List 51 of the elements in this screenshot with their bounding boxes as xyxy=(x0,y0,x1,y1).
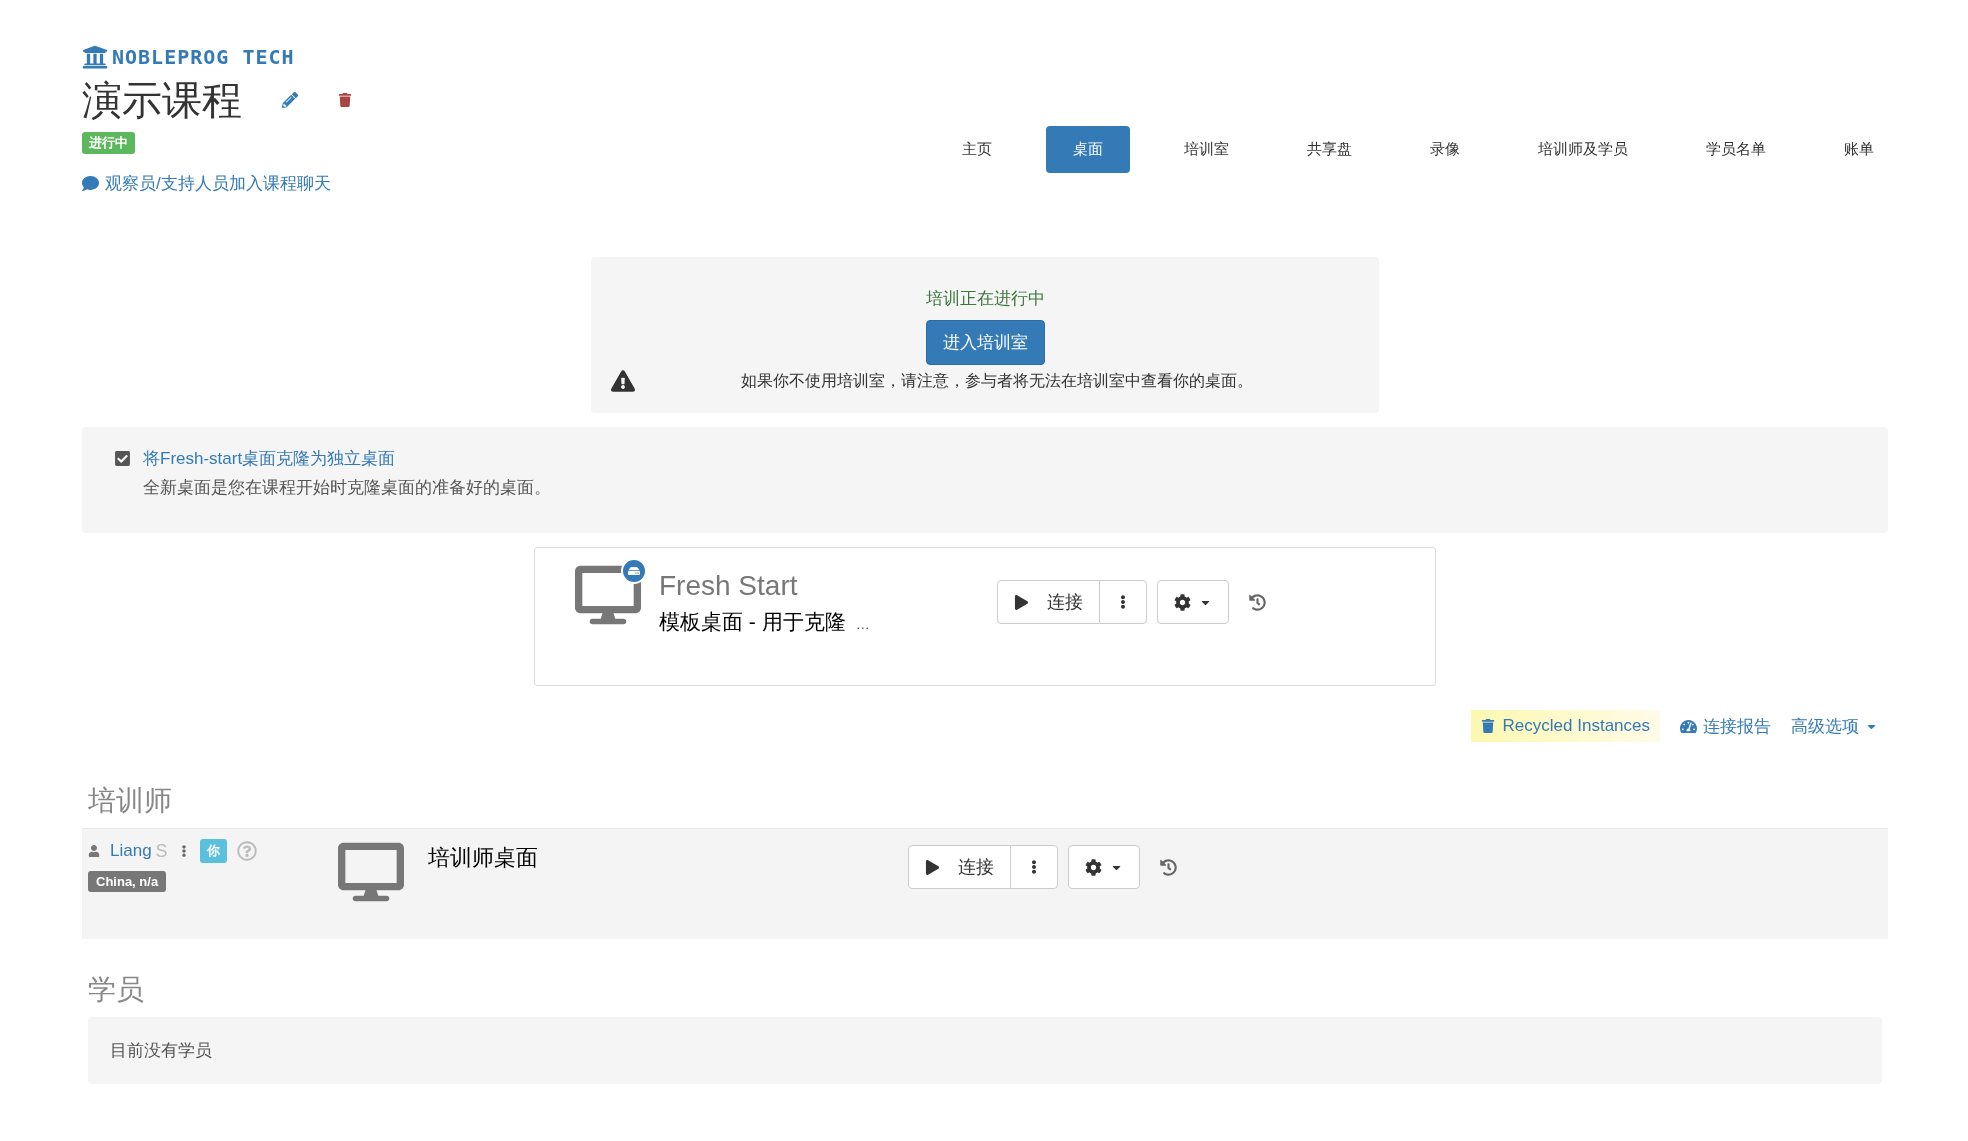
chat-bubble-icon xyxy=(82,175,99,192)
play-icon xyxy=(925,859,940,875)
warning-text: 如果你不使用培训室，请注意，参与者将无法在培训室中查看你的桌面。 xyxy=(740,370,1254,391)
nav-tab[interactable]: 学员名单 xyxy=(1682,126,1790,173)
gauge-icon xyxy=(1680,717,1697,735)
brand-logo[interactable]: NOBLEPROG TECH xyxy=(112,45,295,69)
connect-button[interactable]: 连接 xyxy=(997,580,1100,624)
course-title: 演示课程 xyxy=(82,77,242,124)
warning-icon xyxy=(611,369,635,393)
clone-option-description: 全新桌面是您在课程开始时克隆桌面的准备好的桌面。 xyxy=(143,477,551,499)
history-icon[interactable] xyxy=(1160,858,1177,876)
section-heading: 培训师 xyxy=(88,784,173,818)
hard-drive-icon xyxy=(621,558,647,584)
section-heading: 学员 xyxy=(88,973,145,1007)
enter-classroom-button[interactable]: 进入培训室 xyxy=(925,320,1045,365)
nav-tab[interactable]: 账单 xyxy=(1820,126,1898,173)
trash-icon xyxy=(1480,719,1495,733)
trainer-desktop-name: 培训师桌面 xyxy=(428,844,539,872)
more-text[interactable]: … xyxy=(855,616,870,632)
clone-option-link[interactable]: 将Fresh-start桌面克隆为独立桌面 xyxy=(143,447,551,470)
desktop-name: Fresh Start xyxy=(659,570,799,602)
connection-report-link[interactable]: 连接报告 xyxy=(1680,714,1771,738)
nav-tab[interactable]: 培训师及学员 xyxy=(1514,126,1652,173)
user-icon xyxy=(88,845,100,857)
trainer-name[interactable]: Liang xyxy=(110,841,152,861)
history-icon[interactable] xyxy=(1249,593,1266,611)
training-status-text: 培训正在进行中 xyxy=(925,288,1045,310)
location-badge: China, n/a xyxy=(88,871,167,892)
nav-tab[interactable]: 主页 xyxy=(938,126,1016,173)
advanced-options-dropdown[interactable]: 高级选项 xyxy=(1791,714,1878,738)
play-icon xyxy=(1014,594,1029,610)
checkbox[interactable] xyxy=(114,450,131,467)
settings-icon xyxy=(1174,593,1191,611)
chat-link[interactable]: 观察员/支持人员加入课程聊天 xyxy=(82,172,352,195)
nav-tab[interactable]: 培训室 xyxy=(1160,126,1253,173)
recycled-instances-link[interactable]: Recycled Instances xyxy=(1470,710,1660,742)
trainer-surname: S xyxy=(155,840,168,862)
desktop-subtitle: 模板桌面 - 用于克隆 xyxy=(659,609,846,635)
status-badge: 进行中 xyxy=(82,132,135,154)
settings-dropdown-button[interactable] xyxy=(1157,580,1229,624)
nav-tab[interactable]: 录像 xyxy=(1406,126,1484,173)
settings-icon xyxy=(1085,858,1102,876)
settings-dropdown-button[interactable] xyxy=(1068,845,1140,889)
nav-tab[interactable]: 桌面 xyxy=(1046,126,1130,173)
delete-icon[interactable] xyxy=(338,93,352,107)
edit-icon[interactable] xyxy=(282,92,298,108)
empty-students-message: 目前没有学员 xyxy=(88,1017,1882,1084)
nav-tab[interactable]: 共享盘 xyxy=(1283,126,1376,173)
you-badge: 你 xyxy=(199,839,227,863)
connect-button[interactable]: 连接 xyxy=(908,845,1011,889)
bank-building-icon xyxy=(82,44,108,70)
